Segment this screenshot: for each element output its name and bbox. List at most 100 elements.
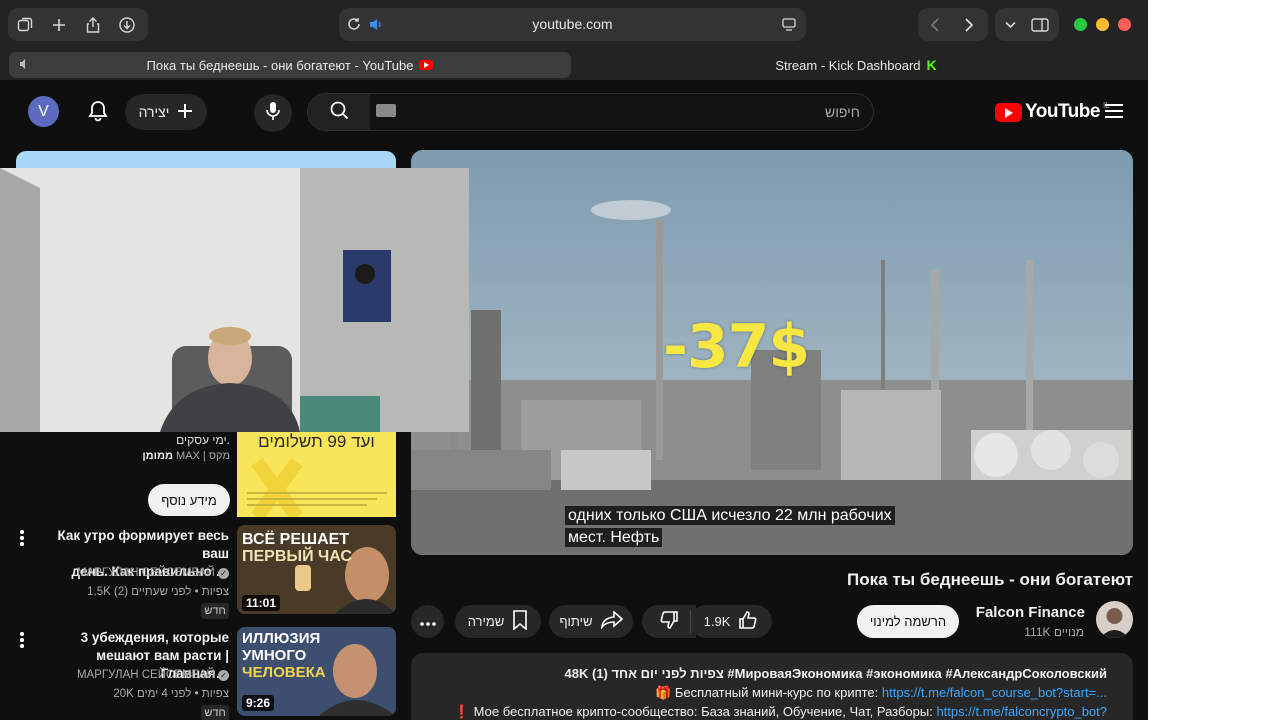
microphone-icon: [265, 101, 281, 126]
minimize-button[interactable]: [1096, 18, 1109, 31]
description-text: 🎁 Бесплатный мини-курс по крипте:: [655, 685, 882, 700]
webcam-scene: [0, 168, 469, 432]
youtube-favicon-icon: [419, 60, 434, 70]
new-badge: חדש: [201, 603, 229, 619]
create-button[interactable]: יצירה: [125, 94, 207, 130]
channel-line[interactable]: МАРГУЛАН СЕЙСЕМБАЙ ✓: [34, 567, 229, 579]
reader-icon[interactable]: [782, 18, 796, 36]
back-icon[interactable]: [918, 8, 952, 41]
channel-name: МАРГУЛАН СЕЙСЕМБАЙ: [76, 567, 215, 579]
ad-meta: ממומן MAX | מקס: [20, 450, 230, 462]
sponsored-label: ממומן: [142, 450, 173, 462]
more-vertical-icon[interactable]: [20, 632, 24, 650]
tab-audio-icon[interactable]: [19, 58, 31, 73]
menu-icon[interactable]: [1105, 104, 1123, 122]
subtitle-line-1: одних только США исчезло 22 млн рабочих: [565, 506, 895, 525]
like-count: 1.9K: [703, 614, 731, 629]
tab-title: Stream - Kick Dashboard: [775, 57, 921, 73]
like-divider: [690, 610, 691, 633]
video-duration: 11:01: [242, 595, 281, 611]
community-link[interactable]: https://t.me/falconcrypto_bot?: [936, 704, 1107, 719]
advertiser-name: MAX | מקס: [176, 450, 230, 462]
url-text: youtube.com: [532, 16, 613, 32]
like-button[interactable]: 1.9K: [690, 605, 772, 638]
tab-title: Пока ты беднеешь - они богатеют - YouTub…: [146, 57, 414, 73]
share-arrow-icon: [600, 610, 623, 632]
logo-word: YouTube: [1025, 101, 1100, 122]
ad-thumbnail-art: [247, 457, 387, 517]
save-label: שמירה: [467, 614, 505, 629]
dislike-button[interactable]: [642, 605, 696, 638]
course-link[interactable]: https://t.me/falcon_course_bot?start=...: [882, 685, 1107, 700]
close-button[interactable]: [1118, 18, 1131, 31]
video-duration: 9:26: [242, 695, 275, 711]
share-icon[interactable]: [76, 8, 110, 41]
voice-search-button[interactable]: [254, 94, 292, 132]
video-thumbnail[interactable]: ИЛЛЮЗИЯ УМНОГО ЧЕЛОВЕКА 9:26: [237, 627, 396, 716]
toolbar-left-group: [8, 8, 148, 41]
sidebar-toggle-icon[interactable]: [8, 8, 42, 41]
title-line-1: Как утро формирует весь ваш: [57, 528, 229, 561]
video-thumbnail[interactable]: ВСЁ РЕШАЕТ ПЕРВЫЙ ЧАС 11:01: [237, 525, 396, 614]
tab-kick[interactable]: Stream - Kick Dashboard K: [575, 52, 1137, 78]
new-badge: חדש: [201, 705, 229, 720]
channel-name: МАРГУЛАН СЕЙСЕМБАЙ: [76, 669, 215, 681]
bookmark-icon: [512, 610, 528, 633]
description-box[interactable]: 48K צפיות לפני יום אחד (1) #МироваяЭконо…: [411, 653, 1133, 720]
webcam-overlay: [0, 168, 469, 432]
downloads-icon[interactable]: [110, 8, 144, 41]
kick-favicon-icon: K: [926, 57, 937, 73]
thumb-line-2: ПЕРВЫЙ ЧАС: [242, 548, 352, 565]
keyboard-icon[interactable]: [376, 104, 396, 117]
new-tab-icon[interactable]: [42, 8, 76, 41]
subscribe-button[interactable]: הרשמה למינוי: [857, 605, 959, 638]
video-meta: 20K צפיות • לפני 4 ימים: [113, 688, 229, 700]
description-text: ❗ Мое бесплатное крипто-сообщество: База…: [453, 704, 937, 719]
address-bar[interactable]: youtube.com: [339, 8, 806, 41]
chevron-down-icon[interactable]: [995, 8, 1025, 41]
description-line-2: 🎁 Бесплатный мини-курс по крипте: https:…: [655, 685, 1107, 701]
more-info-button[interactable]: מידע נוסף: [148, 484, 230, 516]
subtitle-line-2: мест. Нефть: [565, 528, 663, 547]
video-subtitles: одних только США исчезло 22 млн рабочих …: [565, 505, 945, 549]
youtube-logo[interactable]: YouTube IL: [995, 101, 1110, 123]
browser-toolbar: youtube.com: [0, 0, 1148, 50]
forward-icon[interactable]: [952, 8, 986, 41]
channel-name[interactable]: Falcon Finance: [940, 604, 1085, 621]
maximize-button[interactable]: [1074, 18, 1087, 31]
channel-line[interactable]: МАРГУЛАН СЕЙСЕМБАЙ ✓: [34, 669, 229, 681]
more-vertical-icon[interactable]: [20, 530, 24, 548]
create-label: יצירה: [138, 104, 170, 120]
plus-icon: [177, 103, 193, 122]
channel-avatar[interactable]: [1096, 601, 1133, 638]
more-horizontal-icon: [419, 614, 436, 629]
thumbnail-text: ВСЁ РЕШАЕТ ПЕРВЫЙ ЧАС: [242, 531, 352, 565]
description-line-3: ❗ Мое бесплатное крипто-сообщество: База…: [454, 704, 1107, 720]
thumb-line-1: ИЛЛЮЗИЯ: [242, 630, 321, 647]
thumb-line-2: УМНОГО: [242, 647, 307, 664]
thumbs-up-icon: [738, 610, 758, 633]
sidebar-panel-icon[interactable]: [1025, 8, 1055, 41]
thumbs-down-icon: [659, 610, 679, 633]
save-button[interactable]: שמירה: [455, 605, 541, 638]
search-button[interactable]: [308, 94, 370, 130]
avatar[interactable]: V: [28, 96, 59, 127]
tab-bar: Пока ты беднеешь - они богатеют - YouTub…: [0, 50, 1148, 80]
title-line-1: 3 убеждения, которые: [80, 630, 229, 645]
youtube-play-icon: [995, 102, 1022, 122]
screen: youtube.com Пока ты беднеешь - они богат…: [0, 0, 1280, 720]
search-placeholder: חיפוש: [825, 104, 860, 120]
thumbnail-text: ИЛЛЮЗИЯ УМНОГО ЧЕЛОВЕКА: [242, 630, 326, 681]
share-label: שיתוף: [559, 614, 593, 629]
video-meta: 1.5K צפיות • לפני שעתיים (2): [87, 586, 229, 598]
ad-thumbnail[interactable]: ועד 99 תשלומים: [237, 432, 396, 517]
description-meta: 48K צפיות לפני יום אחד (1) #МироваяЭконо…: [564, 666, 1108, 681]
notifications-bell-icon[interactable]: [86, 99, 112, 125]
desktop-background: [1148, 0, 1280, 720]
nav-group: [918, 8, 988, 41]
tab-tools-group: [995, 8, 1059, 41]
share-button[interactable]: שיתוף: [549, 605, 633, 638]
more-actions-button[interactable]: [411, 605, 444, 638]
search-icon: [329, 100, 349, 125]
tab-youtube[interactable]: Пока ты беднеешь - они богатеют - YouTub…: [9, 52, 571, 78]
